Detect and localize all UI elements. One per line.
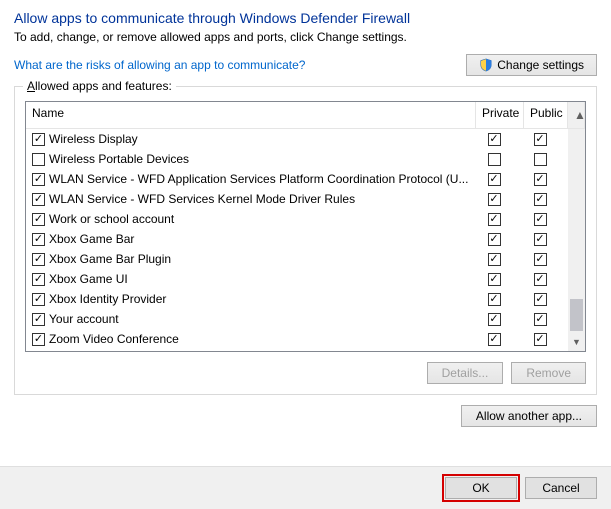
enable-checkbox[interactable] <box>32 193 45 206</box>
apps-list[interactable]: Name Private Public ▲ Wireless Display Wi… <box>25 101 586 352</box>
allow-another-app-button[interactable]: Allow another app... <box>461 405 597 427</box>
group-label: AAllowed apps and features:llowed apps a… <box>23 79 176 93</box>
app-name: WLAN Service - WFD Services Kernel Mode … <box>49 192 470 206</box>
table-row[interactable]: Xbox Identity Provider <box>26 289 585 309</box>
app-name: Xbox Game UI <box>49 272 470 286</box>
table-row[interactable]: Your account <box>26 309 585 329</box>
private-checkbox[interactable] <box>488 193 501 206</box>
vertical-scrollbar[interactable]: ▼ <box>568 129 585 351</box>
enable-checkbox[interactable] <box>32 333 45 346</box>
public-checkbox[interactable] <box>534 273 547 286</box>
app-name: Work or school account <box>49 212 470 226</box>
private-checkbox[interactable] <box>488 233 501 246</box>
column-private[interactable]: Private <box>476 102 524 128</box>
private-checkbox[interactable] <box>488 153 501 166</box>
cancel-button[interactable]: Cancel <box>525 477 597 499</box>
change-settings-label: Change settings <box>497 58 584 72</box>
public-checkbox[interactable] <box>534 173 547 186</box>
private-checkbox[interactable] <box>488 133 501 146</box>
private-checkbox[interactable] <box>488 293 501 306</box>
public-checkbox[interactable] <box>534 253 547 266</box>
private-checkbox[interactable] <box>488 313 501 326</box>
details-button[interactable]: Details... <box>427 362 504 384</box>
enable-checkbox[interactable] <box>32 253 45 266</box>
public-checkbox[interactable] <box>534 333 547 346</box>
app-name: WLAN Service - WFD Application Services … <box>49 172 470 186</box>
app-name: Zoom Video Conference <box>49 332 470 346</box>
enable-checkbox[interactable] <box>32 273 45 286</box>
allowed-apps-group: AAllowed apps and features:llowed apps a… <box>14 86 597 395</box>
private-checkbox[interactable] <box>488 253 501 266</box>
app-name: Xbox Game Bar <box>49 232 470 246</box>
public-checkbox[interactable] <box>534 213 547 226</box>
scroll-down-arrow[interactable]: ▼ <box>568 334 585 351</box>
enable-checkbox[interactable] <box>32 313 45 326</box>
enable-checkbox[interactable] <box>32 233 45 246</box>
table-row[interactable]: Zoom Video Conference <box>26 329 585 349</box>
list-header: Name Private Public ▲ <box>26 102 585 129</box>
public-checkbox[interactable] <box>534 133 547 146</box>
private-checkbox[interactable] <box>488 173 501 186</box>
app-name: Wireless Portable Devices <box>49 152 470 166</box>
table-row[interactable]: Work or school account <box>26 209 585 229</box>
enable-checkbox[interactable] <box>32 293 45 306</box>
table-row[interactable]: Xbox Game Bar <box>26 229 585 249</box>
public-checkbox[interactable] <box>534 293 547 306</box>
app-name: Your account <box>49 312 470 326</box>
table-row[interactable]: Wireless Display <box>26 129 585 149</box>
table-row[interactable]: Xbox Game Bar Plugin <box>26 249 585 269</box>
app-name: Wireless Display <box>49 132 470 146</box>
change-settings-button[interactable]: Change settings <box>466 54 597 76</box>
table-row[interactable]: WLAN Service - WFD Services Kernel Mode … <box>26 189 585 209</box>
remove-button[interactable]: Remove <box>511 362 586 384</box>
enable-checkbox[interactable] <box>32 133 45 146</box>
private-checkbox[interactable] <box>488 213 501 226</box>
enable-checkbox[interactable] <box>32 153 45 166</box>
table-row[interactable]: WLAN Service - WFD Application Services … <box>26 169 585 189</box>
shield-icon <box>479 58 493 72</box>
scrollbar-thumb[interactable] <box>570 299 583 331</box>
private-checkbox[interactable] <box>488 333 501 346</box>
table-row[interactable]: Xbox Game UI <box>26 269 585 289</box>
public-checkbox[interactable] <box>534 153 547 166</box>
public-checkbox[interactable] <box>534 313 547 326</box>
enable-checkbox[interactable] <box>32 213 45 226</box>
app-name: Xbox Identity Provider <box>49 292 470 306</box>
private-checkbox[interactable] <box>488 273 501 286</box>
scroll-up-arrow[interactable]: ▲ <box>568 102 585 128</box>
dialog-footer: OK Cancel <box>0 466 611 509</box>
column-public[interactable]: Public <box>524 102 568 128</box>
app-name: Xbox Game Bar Plugin <box>49 252 470 266</box>
page-subtitle: To add, change, or remove allowed apps a… <box>14 30 597 44</box>
enable-checkbox[interactable] <box>32 173 45 186</box>
ok-button[interactable]: OK <box>445 477 517 499</box>
public-checkbox[interactable] <box>534 193 547 206</box>
page-title: Allow apps to communicate through Window… <box>14 10 597 26</box>
public-checkbox[interactable] <box>534 233 547 246</box>
table-row[interactable]: Wireless Portable Devices <box>26 149 585 169</box>
risks-link[interactable]: What are the risks of allowing an app to… <box>14 58 305 72</box>
column-name[interactable]: Name <box>26 102 476 128</box>
